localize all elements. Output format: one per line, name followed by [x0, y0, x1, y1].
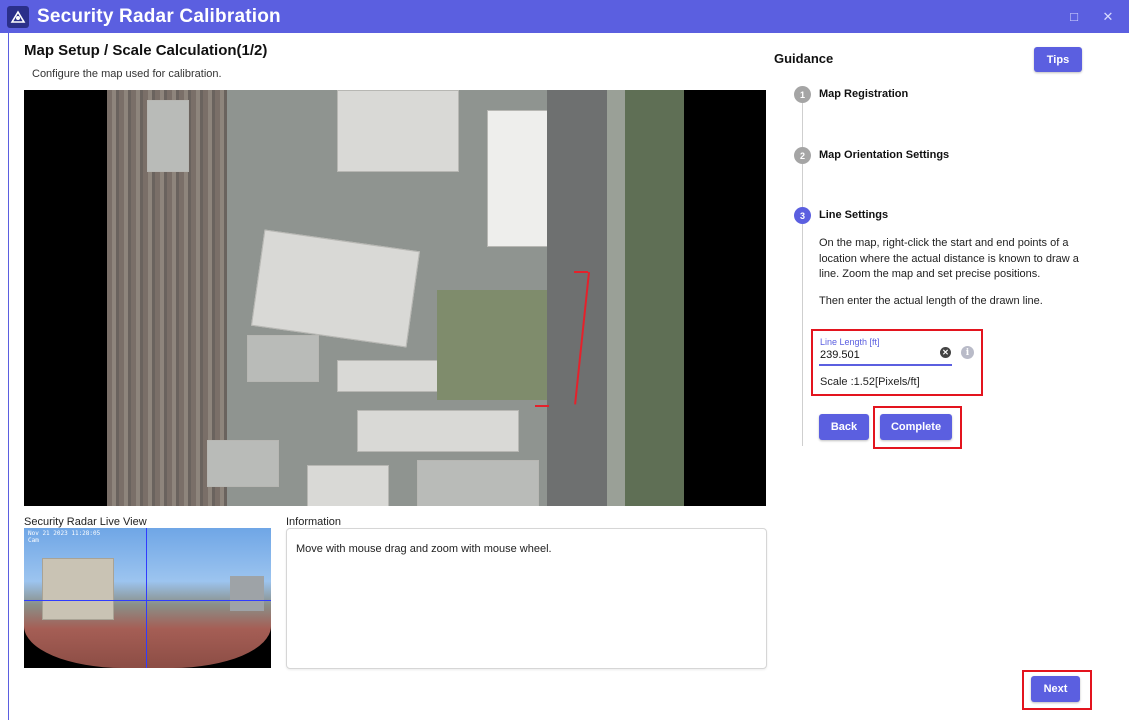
live-view-timestamp: Nov 21 2023 11:28:05 Cam — [28, 530, 101, 544]
step-3-description-2: Then enter the actual length of the draw… — [819, 295, 1043, 307]
map-building — [207, 440, 279, 487]
back-button[interactable]: Back — [819, 414, 869, 440]
map-greenbelt — [625, 90, 684, 506]
map-building — [337, 360, 449, 392]
live-view-label: Security Radar Live View — [24, 516, 147, 528]
complete-button[interactable]: Complete — [880, 414, 952, 440]
map-lawn — [437, 290, 547, 400]
map-building — [147, 100, 189, 172]
scale-text: Scale :1.52[Pixels/ft] — [820, 376, 920, 388]
window-title: Security Radar Calibration — [37, 5, 281, 27]
step-connector — [802, 103, 803, 147]
live-view: Nov 21 2023 11:28:05 Cam — [24, 528, 271, 668]
line-length-underline — [819, 364, 952, 366]
map-road — [547, 90, 607, 506]
title-bar: Security Radar Calibration □ ✕ — [0, 0, 1129, 33]
close-button[interactable]: ✕ — [1091, 0, 1125, 33]
step-connector — [802, 164, 803, 207]
radar-app-icon — [7, 5, 29, 28]
info-icon[interactable]: i — [961, 346, 974, 359]
page-subtitle: Configure the map used for calibration. — [32, 68, 222, 80]
tips-button[interactable]: Tips — [1034, 47, 1082, 72]
step-2-label: Map Orientation Settings — [819, 149, 950, 161]
map-building — [357, 410, 519, 452]
map-building — [417, 460, 539, 506]
map-building — [251, 229, 420, 348]
aerial-map-image[interactable] — [107, 90, 684, 506]
maximize-button[interactable]: □ — [1057, 0, 1091, 33]
map-sidewalk — [607, 90, 625, 506]
information-box: Move with mouse drag and zoom with mouse… — [286, 528, 767, 669]
step-2-number: 2 — [794, 147, 811, 164]
map-view[interactable] — [24, 90, 766, 506]
step-3-label: Line Settings — [819, 209, 889, 221]
step-1-number: 1 — [794, 86, 811, 103]
calibration-line-end[interactable] — [535, 405, 549, 407]
map-building — [247, 335, 319, 382]
step-connector — [802, 224, 803, 446]
map-building — [307, 465, 389, 506]
live-view-crosshair-vertical — [146, 528, 147, 668]
map-building — [337, 90, 459, 172]
live-view-building — [42, 558, 114, 620]
clear-icon[interactable]: ✕ — [940, 347, 951, 358]
next-button[interactable]: Next — [1031, 676, 1080, 702]
live-view-building — [230, 576, 264, 611]
step-3-number: 3 — [794, 207, 811, 224]
information-label: Information — [286, 516, 342, 528]
live-view-crosshair-horizontal — [24, 600, 271, 601]
information-text: Move with mouse drag and zoom with mouse… — [296, 543, 552, 555]
line-length-input[interactable]: 239.501 — [820, 349, 860, 361]
window-frame — [0, 33, 9, 720]
line-length-label: Line Length [ft] — [820, 337, 880, 347]
page-title: Map Setup / Scale Calculation(1/2) — [24, 42, 268, 59]
guidance-title: Guidance — [774, 51, 834, 66]
step-1-label: Map Registration — [819, 88, 909, 100]
calibration-line-start[interactable] — [574, 271, 588, 273]
step-3-description: On the map, right-click the start and en… — [819, 237, 1079, 280]
